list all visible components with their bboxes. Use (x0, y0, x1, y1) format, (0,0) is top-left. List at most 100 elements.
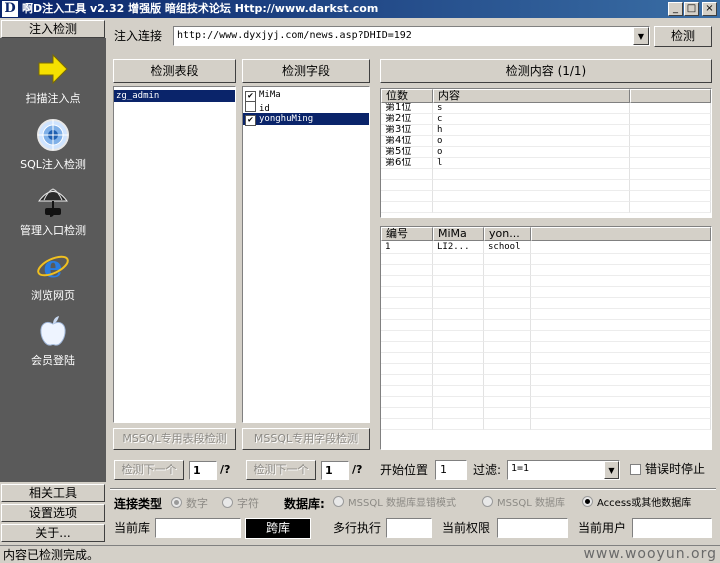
cell (381, 331, 433, 342)
cell (531, 364, 711, 375)
filter-value[interactable]: 1=1 (511, 463, 529, 474)
filter-combobox[interactable]: 1=1 ▼ (507, 460, 620, 480)
table-row[interactable]: 第2位 c (381, 114, 711, 125)
cell (531, 320, 711, 331)
table-page-input[interactable]: 1 (189, 461, 217, 480)
position-grid[interactable]: 位数 内容 第1位 s 第2位 c 第3位 h 第4位 o 第5位 o 第6位 … (380, 88, 712, 218)
db-option-access[interactable]: Access或其他数据库 (582, 496, 691, 512)
column-header[interactable]: 编号 (381, 227, 433, 241)
radio-string[interactable] (222, 497, 233, 508)
column-header[interactable]: 内容 (433, 89, 630, 103)
column-header[interactable]: yon... (484, 227, 531, 241)
sidebar-item-sql-inject[interactable]: SQL注入检测 (0, 118, 106, 172)
db-option-mssql[interactable]: MSSQL 数据库 (482, 496, 565, 512)
current-db-field[interactable] (155, 518, 241, 538)
status-bar: 内容已检测完成。 www.wooyun.org (0, 545, 720, 563)
related-tools-button[interactable]: 相关工具 (1, 484, 105, 502)
inject-url-input[interactable]: http://www.dyxjyj.com/news.asp?DHID=192 (177, 30, 412, 41)
cell (433, 309, 484, 320)
table-row[interactable]: 第1位 s (381, 103, 711, 114)
current-user-label: 当前用户 (578, 521, 627, 535)
sidebar-item-scan-inject[interactable]: 扫描注入点 (0, 52, 106, 106)
cell (381, 408, 433, 419)
column-header[interactable]: 位数 (381, 89, 433, 103)
sidebar-item-admin-entry[interactable]: 管理入口检测 (0, 184, 106, 238)
database-label: 数据库: (284, 497, 325, 511)
cell (381, 276, 433, 287)
table-row[interactable]: 第3位 h (381, 125, 711, 136)
db-option-mssql-error[interactable]: MSSQL 数据库显错模式 (333, 496, 456, 512)
detect-tables-button[interactable]: 检测表段 (113, 59, 236, 83)
detect-content-button[interactable]: 检测内容 (1/1) (380, 59, 712, 83)
table-row[interactable] (381, 169, 711, 180)
cell (433, 397, 484, 408)
table-row[interactable]: 第5位 o (381, 147, 711, 158)
table-row[interactable] (381, 191, 711, 202)
current-user-field[interactable] (632, 518, 712, 538)
start-position-input[interactable]: 1 (435, 460, 467, 480)
title-bar: D 啊D注入工具 v2.32 增强版 暗组技术论坛 Http://www.dar… (0, 0, 720, 18)
list-item[interactable]: ✔ yonghuMing (243, 113, 369, 126)
mssql-tables-detect-button[interactable]: MSSQL专用表段检测 (113, 428, 236, 450)
cell (531, 342, 711, 353)
sidebar-header-inject-detect[interactable]: 注入检测 (1, 20, 105, 38)
cell (484, 276, 531, 287)
cell (531, 331, 711, 342)
radio-number[interactable] (171, 497, 182, 508)
chevron-down-icon[interactable]: ▼ (604, 461, 619, 479)
table-row[interactable] (381, 202, 711, 213)
stop-on-error-checkbox[interactable] (630, 464, 641, 475)
sidebar-item-member-login[interactable]: 会员登陆 (0, 314, 106, 368)
checkbox-yonghuming[interactable]: ✔ (245, 115, 256, 126)
column-header[interactable] (630, 89, 711, 103)
radio-access[interactable] (582, 496, 593, 507)
cell (484, 342, 531, 353)
multi-exec-field[interactable] (386, 518, 432, 538)
list-item[interactable]: id (243, 101, 369, 114)
table-row[interactable]: 第4位 o (381, 136, 711, 147)
detect-fields-button[interactable]: 检测字段 (242, 59, 370, 83)
sidebar-item-browse-web[interactable]: e 浏览网页 (0, 249, 106, 303)
chevron-down-icon[interactable]: ▼ (633, 27, 649, 45)
field-page-input[interactable]: 1 (321, 461, 349, 480)
cell: 第5位 (381, 147, 433, 158)
maximize-button[interactable]: □ (684, 2, 699, 16)
close-button[interactable]: × (702, 2, 717, 16)
table-row[interactable]: 1 LI2... school (381, 241, 711, 254)
list-item[interactable]: ✔ MiMa (243, 89, 369, 102)
type-option-string[interactable]: 字符 (222, 496, 259, 512)
next-field-button[interactable]: 检测下一个 (246, 460, 316, 480)
radio-mssql-error[interactable] (333, 496, 344, 507)
cell: h (433, 125, 630, 136)
radio-mssql[interactable] (482, 496, 493, 507)
detect-button[interactable]: 检测 (654, 26, 712, 47)
list-item[interactable]: zg_admin (114, 90, 235, 102)
mssql-fields-detect-button[interactable]: MSSQL专用字段检测 (242, 428, 370, 450)
field-name: MiMa (259, 90, 281, 100)
current-perm-field[interactable] (497, 518, 568, 538)
cross-db-button[interactable]: 跨库 (245, 518, 311, 539)
sidebar-item-label: 会员登陆 (31, 354, 75, 367)
checkbox-id[interactable] (245, 101, 256, 112)
fields-list[interactable]: ✔ MiMa id ✔ yonghuMing (242, 86, 370, 423)
cell: 1 (381, 241, 433, 254)
column-header[interactable] (531, 227, 711, 241)
cell (381, 287, 433, 298)
minimize-button[interactable]: _ (668, 2, 683, 16)
cell (531, 309, 711, 320)
settings-button[interactable]: 设置选项 (1, 504, 105, 522)
column-header[interactable]: MiMa (433, 227, 484, 241)
table-row[interactable] (381, 180, 711, 191)
tables-list[interactable]: zg_admin (113, 86, 236, 423)
about-button[interactable]: 关于... (1, 524, 105, 542)
inject-url-combobox[interactable]: http://www.dyxjyj.com/news.asp?DHID=192 … (173, 26, 650, 46)
cell (484, 331, 531, 342)
result-grid[interactable]: 编号 MiMa yon... 1 LI2... school (380, 226, 712, 450)
cell (381, 364, 433, 375)
sidebar-item-label: 浏览网页 (31, 289, 75, 302)
type-option-number[interactable]: 数字 (171, 496, 208, 512)
table-row (381, 331, 711, 342)
next-table-button[interactable]: 检测下一个 (114, 460, 184, 480)
table-row[interactable]: 第6位 l (381, 158, 711, 169)
table-row (381, 342, 711, 353)
